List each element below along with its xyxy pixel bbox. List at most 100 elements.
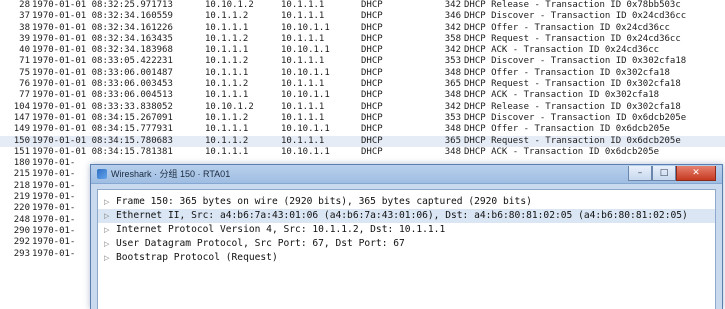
packet-info-cell: DHCP Offer - Transaction ID 0x24cd36cc <box>464 22 670 33</box>
packet-row[interactable]: 75 1970-01-01 08:33:06.001487 10.1.1.1 10.1… <box>0 67 725 80</box>
expand-arrow-icon[interactable]: ▷ <box>104 237 113 251</box>
packet-info-cell: DHCP Request - Transaction ID 0x6dcb205e <box>464 135 681 146</box>
packet-len-cell: 348 <box>444 90 461 101</box>
packet-proto-cell: DHCP <box>361 22 383 33</box>
expand-arrow-icon[interactable]: ▷ <box>104 209 113 223</box>
packet-time-cell: 1970-01-01 08:33:06.003453 <box>32 79 173 90</box>
packet-src-cell: 10.1.1.2 <box>205 79 249 90</box>
packet-no-cell: 290 <box>13 225 30 236</box>
packet-dst-cell: 10.1.1.1 <box>281 79 325 90</box>
packet-no-cell: 215 <box>13 169 30 180</box>
expand-arrow-icon[interactable]: ▷ <box>104 195 113 209</box>
maximize-icon: □ <box>659 168 669 178</box>
packet-proto-cell: DHCP <box>361 101 383 112</box>
packet-proto-cell: DHCP <box>361 45 383 56</box>
packet-src-cell: 10.10.1.2 <box>205 101 254 112</box>
packet-row[interactable]: 71 1970-01-01 08:33:05.422231 10.1.1.2 10.1… <box>0 56 725 68</box>
detail-tree-label: Ethernet II, Src: a4:b6:7a:43:01:06 (a4:… <box>116 210 688 221</box>
packet-time-cell: 1970-01-01 08:32:34.163435 <box>32 33 173 44</box>
packet-time-cell: 1970-01-01 08:32:34.161226 <box>32 22 173 33</box>
packet-time-cell: 1970-01-01 08:33:06.004513 <box>32 90 173 101</box>
packet-src-cell: 10.1.1.1 <box>205 90 249 101</box>
packet-src-cell: 10.1.1.1 <box>205 124 249 135</box>
packet-proto-cell: DHCP <box>361 124 383 135</box>
packet-dst-cell: 10.1.1.1 <box>281 101 325 112</box>
packet-no-cell: 149 <box>13 124 30 135</box>
packet-len-cell: 353 <box>444 56 461 67</box>
detail-tree-label: Internet Protocol Version 4, Src: 10.1.1… <box>116 224 446 235</box>
detail-tree-item[interactable]: ▷ Bootstrap Protocol (Request) <box>98 251 715 265</box>
packet-details-tree: ▷ Frame 150: 365 bytes on wire (2920 bits… <box>97 189 716 309</box>
packet-proto-cell: DHCP <box>361 33 383 44</box>
packet-time-cell: 1970-01-01 08:34:15.781381 <box>32 146 173 157</box>
packet-time-cell: 1970-01-01 08:32:34.160559 <box>32 11 173 22</box>
packet-row[interactable]: 76 1970-01-01 08:33:06.003453 10.1.1.2 10.1… <box>0 79 725 91</box>
detail-tree-label: Bootstrap Protocol (Request) <box>116 252 278 263</box>
packet-row[interactable]: 77 1970-01-01 08:33:06.004513 10.1.1.1 10.1… <box>0 90 725 102</box>
packet-proto-cell: DHCP <box>361 90 383 101</box>
packet-row[interactable]: 38 1970-01-01 08:32:34.161226 10.1.1.1 10.1… <box>0 22 725 34</box>
detail-tree-item[interactable]: ▷ Frame 150: 365 bytes on wire (2920 bits… <box>98 195 715 209</box>
packet-info-cell: DHCP ACK - Transaction ID 0x302cfa18 <box>464 90 660 101</box>
detail-tree-item[interactable]: ▷ Internet Protocol Version 4, Src: 10.1.… <box>98 223 715 237</box>
packet-src-cell: 10.1.1.2 <box>205 33 249 44</box>
packet-row[interactable]: 28 1970-01-01 08:32:25.971713 10.10.1.2 10.… <box>0 0 725 12</box>
wireshark-app-icon <box>97 169 107 179</box>
packet-row[interactable]: 104 1970-01-01 08:33:33.838052 10.10.1.2 10… <box>0 101 725 113</box>
packet-row[interactable]: 151 1970-01-01 08:34:15.781381 10.1.1.1 10.… <box>0 146 725 159</box>
expand-arrow-icon[interactable]: ▷ <box>104 251 113 265</box>
packet-dst-cell: 10.10.1.1 <box>281 22 330 33</box>
packet-no-cell: 28 <box>19 0 30 10</box>
detail-tree-item[interactable]: ▷ User Datagram Protocol, Src Port: 67, D… <box>98 237 715 251</box>
packet-len-cell: 353 <box>444 112 461 123</box>
packet-info-cell: DHCP Offer - Transaction ID 0x302cfa18 <box>464 67 670 78</box>
packet-detail-window[interactable]: Wireshark · 分组 150 · RTA01 – □ ✕ ▷ Frame … <box>90 164 723 309</box>
packet-no-cell: 150 <box>13 135 30 146</box>
packet-len-cell: 348 <box>444 146 461 157</box>
minimize-button[interactable]: – <box>628 166 652 181</box>
packet-dst-cell: 10.1.1.1 <box>281 33 325 44</box>
packet-dst-cell: 10.10.1.1 <box>281 124 330 135</box>
packet-dst-cell: 10.1.1.1 <box>281 112 325 123</box>
close-button[interactable]: ✕ <box>676 166 716 181</box>
packet-dst-cell: 10.10.1.1 <box>281 67 330 78</box>
packet-dst-cell: 10.10.1.1 <box>281 45 330 56</box>
maximize-button[interactable]: □ <box>652 166 676 181</box>
packet-info-cell: DHCP Offer - Transaction ID 0x6dcb205e <box>464 124 670 135</box>
packet-no-cell: 37 <box>19 11 30 22</box>
packet-time-cell: 1970-01-01 08:33:05.422231 <box>32 56 173 67</box>
packet-proto-cell: DHCP <box>361 11 383 22</box>
packet-info-cell: DHCP Discover - Transaction ID 0x302cfa1… <box>464 56 687 67</box>
packet-info-cell: DHCP Request - Transaction ID 0x24cd36cc <box>464 33 681 44</box>
window-titlebar[interactable]: Wireshark · 分组 150 · RTA01 – □ ✕ <box>91 165 722 184</box>
packet-len-cell: 342 <box>444 101 461 112</box>
packet-src-cell: 10.1.1.2 <box>205 56 249 67</box>
packet-dst-cell: 10.1.1.1 <box>281 0 325 10</box>
packet-len-cell: 348 <box>444 124 461 135</box>
packet-len-cell: 348 <box>444 67 461 78</box>
packet-len-cell: 365 <box>444 79 461 90</box>
packet-row[interactable]: 147 1970-01-01 08:34:15.267091 10.1.1.2 10.… <box>0 112 725 125</box>
packet-row[interactable]: 40 1970-01-01 08:32:34.183968 10.1.1.1 10.1… <box>0 45 725 57</box>
packet-len-cell: 365 <box>444 135 461 146</box>
expand-arrow-icon[interactable]: ▷ <box>104 223 113 237</box>
packet-row[interactable]: 39 1970-01-01 08:32:34.163435 10.1.1.2 10.1… <box>0 33 725 46</box>
packet-time-cell: 1970-01-01 08:32:25.971713 <box>32 0 173 10</box>
packet-no-cell: 71 <box>19 56 30 67</box>
packet-no-cell: 147 <box>13 112 30 123</box>
packet-info-cell: DHCP Discover - Transaction ID 0x24cd36c… <box>464 11 687 22</box>
packet-dst-cell: 10.1.1.1 <box>281 11 325 22</box>
packet-row[interactable]: 150 1970-01-01 08:34:15.780683 10.1.1.2 10.… <box>0 135 725 147</box>
packet-no-cell: 180 <box>13 158 30 169</box>
packet-proto-cell: DHCP <box>361 135 383 146</box>
packet-row[interactable]: 37 1970-01-01 08:32:34.160559 10.1.1.2 10.1… <box>0 11 725 23</box>
packet-proto-cell: DHCP <box>361 0 383 10</box>
detail-tree-item[interactable]: ▷ Ethernet II, Src: a4:b6:7a:43:01:06 (a4… <box>98 209 715 223</box>
packet-info-cell: DHCP ACK - Transaction ID 0x6dcb205e <box>464 146 660 157</box>
packet-time-cell: 1970-01-01 08:34:15.780683 <box>32 135 173 146</box>
packet-proto-cell: DHCP <box>361 146 383 157</box>
packet-row[interactable]: 149 1970-01-01 08:34:15.777931 10.1.1.1 10.… <box>0 124 725 136</box>
packet-time-cell: 1970-01-01 08:33:33.838052 <box>32 101 173 112</box>
minimize-icon: – <box>637 168 643 178</box>
packet-time-cell: 1970-01-01 08:32:34.183968 <box>32 45 173 56</box>
